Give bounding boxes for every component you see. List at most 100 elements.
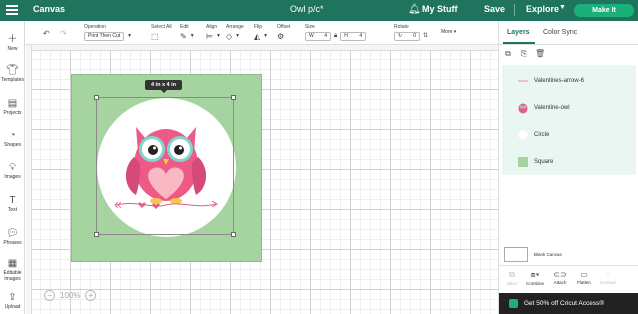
- bell-icon[interactable]: 🔔︎: [408, 4, 421, 15]
- select-all-label: Select All: [151, 24, 172, 30]
- lock-icon[interactable]: 🔒︎: [334, 32, 337, 41]
- zoom-control: − 100% +: [44, 290, 97, 301]
- circle-thumb-icon: [517, 129, 529, 141]
- shirt-icon: 👕︎: [6, 65, 19, 76]
- left-sidebar: ＋ New 👕︎ Templates ▤ Projects ◔ Shapes 💡︎ Ima…: [0, 21, 25, 314]
- chevron-down-icon[interactable]: ▼: [235, 32, 240, 41]
- layer-row[interactable]: Circle: [502, 123, 636, 147]
- document-title[interactable]: Owl p/c*: [290, 4, 324, 14]
- sidebar-item-label: New: [7, 46, 18, 52]
- zoom-in-button[interactable]: +: [85, 290, 97, 301]
- operation-group: Operation Print Then Cut ▼: [84, 24, 132, 41]
- sidebar-item-projects[interactable]: ▤ Projects: [0, 98, 25, 116]
- resize-handle[interactable]: [94, 95, 99, 100]
- layer-row[interactable]: Valentine-owl: [502, 96, 636, 120]
- flip-icon[interactable]: ◭: [254, 32, 260, 41]
- app-title: Canvas: [33, 4, 66, 14]
- sidebar-item-new[interactable]: ＋ New: [0, 34, 25, 52]
- arrange-group: Arrange ◇ ▼: [226, 24, 244, 41]
- tab-layers[interactable]: Layers: [507, 29, 530, 36]
- editable-images-icon: ▦: [7, 258, 18, 269]
- sidebar-item-templates[interactable]: 👕︎ Templates: [0, 65, 25, 83]
- resize-handle[interactable]: [231, 95, 236, 100]
- chevron-down-icon[interactable]: ▼: [263, 32, 268, 41]
- sidebar-item-label: Text: [7, 207, 18, 213]
- sidebar-item-phrases[interactable]: 💬︎ Phrases: [0, 228, 25, 246]
- layers-panel: Layers Color Sync ⧉ ⎘ 🗑︎ Valentines-arro…: [498, 21, 638, 314]
- layer-name: Circle: [534, 132, 550, 138]
- blank-canvas-row[interactable]: Blank Canvas: [504, 247, 562, 262]
- owl-thumb-icon: [518, 103, 528, 114]
- redo-icon[interactable]: ↷: [60, 29, 67, 38]
- sidebar-item-label: Phrases: [3, 240, 22, 246]
- chevron-down-icon[interactable]: ▼: [190, 32, 195, 41]
- explore-menu[interactable]: Explore: [526, 4, 559, 14]
- flip-group: Flip ◭ ▼: [254, 24, 268, 41]
- contour-icon: ◌: [605, 270, 611, 279]
- sidebar-item-label: Projects: [3, 110, 22, 116]
- promo-banner[interactable]: Get 50% off Cricut Access®: [499, 293, 638, 314]
- phrases-icon: 💬︎: [6, 228, 19, 239]
- resize-handle[interactable]: [94, 232, 99, 237]
- rotate-icon: ↻: [398, 33, 403, 39]
- layer-row[interactable]: Square: [502, 150, 636, 174]
- operation-label: Operation: [84, 24, 106, 30]
- edit-icon[interactable]: ✎: [180, 32, 187, 41]
- height-field[interactable]: H4: [340, 32, 367, 41]
- sidebar-item-editable-images[interactable]: ▦ Editable Images: [0, 258, 25, 282]
- layer-name: Valentine-owl: [534, 105, 570, 111]
- operation-select[interactable]: Print Then Cut: [84, 32, 125, 41]
- sidebar-item-images[interactable]: 💡︎ Images: [0, 162, 25, 180]
- sidebar-item-text[interactable]: T Text: [0, 195, 25, 213]
- size-badge-pointer: [161, 90, 167, 93]
- chevron-down-icon[interactable]: ▼: [127, 32, 132, 41]
- flatten-label: Flatten: [577, 280, 591, 285]
- attach-icon: ⊂⊃: [553, 270, 567, 279]
- chevron-down-icon: ▾: [453, 29, 457, 35]
- resize-handle[interactable]: [231, 232, 236, 237]
- height-field-value: 4: [359, 33, 363, 39]
- cricut-access-icon: [509, 299, 518, 308]
- combine-button[interactable]: ⧈▾ Combine: [524, 270, 546, 286]
- text-icon: T: [9, 195, 16, 206]
- selection-box[interactable]: [96, 97, 234, 235]
- more-label: More: [441, 29, 453, 35]
- align-icon[interactable]: ⊨: [206, 32, 213, 41]
- contour-button[interactable]: ◌ Contour: [597, 270, 619, 285]
- delete-icon[interactable]: 🗑︎: [535, 49, 545, 59]
- attach-button[interactable]: ⊂⊃ Attach: [549, 270, 571, 285]
- undo-icon[interactable]: ↶: [43, 29, 50, 38]
- offset-icon[interactable]: ⚙: [277, 32, 284, 41]
- select-all-icon[interactable]: ⬚: [151, 32, 159, 41]
- group-icon[interactable]: ⧉: [503, 49, 513, 59]
- left-ruler: [26, 45, 32, 314]
- save-button[interactable]: Save: [484, 4, 505, 14]
- layer-row[interactable]: Valentines-arrow-6: [502, 69, 636, 93]
- layer-name: Square: [534, 159, 554, 165]
- my-stuff-link[interactable]: My Stuff: [422, 4, 458, 14]
- sidebar-item-label: Editable Images: [3, 270, 22, 282]
- tab-color-sync[interactable]: Color Sync: [543, 29, 577, 36]
- flatten-button[interactable]: ▭ Flatten: [573, 270, 595, 285]
- rotate-stepper-icon[interactable]: ⇅: [423, 32, 428, 41]
- size-label: Size: [305, 24, 315, 30]
- sidebar-item-shapes[interactable]: ◔ Shapes: [0, 130, 25, 148]
- arrow-thumb-icon: [518, 80, 528, 82]
- more-menu[interactable]: More ▾: [441, 29, 456, 35]
- slice-button[interactable]: ⧉ Slice: [501, 270, 523, 286]
- arrange-icon[interactable]: ◇: [226, 32, 232, 41]
- layer-actions: ⧉ Slice ⧈▾ Combine ⊂⊃ Attach ▭ Flatten ◌ Cont…: [499, 265, 638, 291]
- rotate-field[interactable]: ↻ 0: [394, 32, 420, 41]
- chevron-down-icon[interactable]: ▼: [559, 4, 566, 11]
- sidebar-item-upload[interactable]: ⇪ Upload: [0, 292, 25, 310]
- duplicate-icon[interactable]: ⎘: [519, 49, 529, 59]
- projects-icon: ▤: [7, 98, 18, 109]
- combine-icon: ⧈▾: [530, 270, 540, 279]
- width-field[interactable]: W4: [305, 32, 331, 41]
- blank-canvas-label: Blank Canvas: [534, 252, 562, 257]
- make-it-button[interactable]: Make It: [574, 4, 634, 17]
- hamburger-menu-icon[interactable]: [6, 5, 18, 16]
- edit-toolbar: Operation Print Then Cut ▼ Select All ⬚ E…: [0, 21, 498, 45]
- zoom-out-button[interactable]: −: [44, 290, 55, 301]
- chevron-down-icon[interactable]: ▼: [216, 32, 221, 41]
